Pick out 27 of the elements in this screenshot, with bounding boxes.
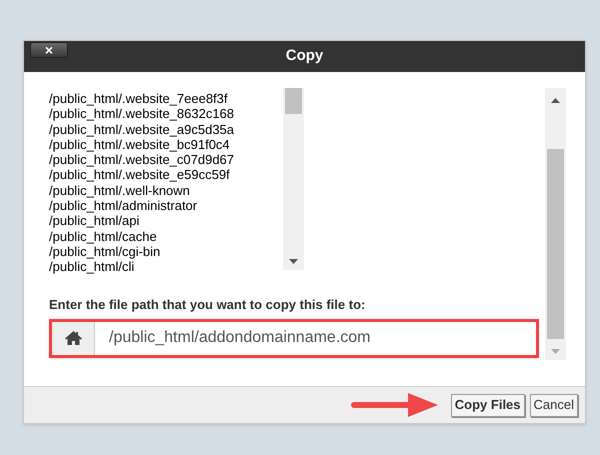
folder-item[interactable]: /public_html/.website_c07d9d67 <box>49 152 283 168</box>
scrollbar[interactable] <box>545 88 566 360</box>
path-field[interactable]: /public_html/addondomainname.com <box>49 318 539 358</box>
folder-item[interactable]: /public_html/.website_7eee8f3f <box>49 91 283 106</box>
home-icon <box>64 331 82 345</box>
folder-item[interactable]: /public_html/.website_bc91f0c4 <box>49 136 283 152</box>
cancel-button[interactable]: Cancel <box>530 394 578 416</box>
scrollbar-thumb[interactable] <box>547 149 564 339</box>
scroll-down-icon[interactable] <box>289 259 298 264</box>
field-label: Enter the file path that you want to copy this file to: <box>49 296 366 314</box>
folder-item[interactable]: /public_html/.website_8632c168 <box>49 106 283 122</box>
folder-item[interactable]: /public_html/cli <box>49 259 283 275</box>
scrollbar[interactable] <box>283 88 304 270</box>
folder-item[interactable]: /public_html/.website_a9c5d35a <box>49 122 283 137</box>
arrow-icon <box>350 392 440 418</box>
folder-item[interactable]: /public_html/cgi-bin <box>49 244 283 260</box>
folder-item[interactable]: /public_html/api <box>49 213 283 229</box>
scrollbar-thumb[interactable] <box>285 88 302 114</box>
close-button[interactable]: × <box>30 42 68 58</box>
folder-item[interactable]: /public_html/administrator <box>49 198 283 214</box>
scroll-up-icon[interactable] <box>551 98 560 103</box>
dialog-title: Copy <box>286 46 324 66</box>
path-input[interactable]: /public_html/addondomainname.com <box>95 322 536 354</box>
copy-button[interactable]: Copy Files <box>450 394 525 416</box>
folder-item[interactable]: /public_html/.well-known <box>49 182 283 198</box>
folder-item[interactable]: /public_html/.website_e59cc59f <box>49 167 283 183</box>
folder-item[interactable]: /public_html/cache <box>49 228 283 244</box>
